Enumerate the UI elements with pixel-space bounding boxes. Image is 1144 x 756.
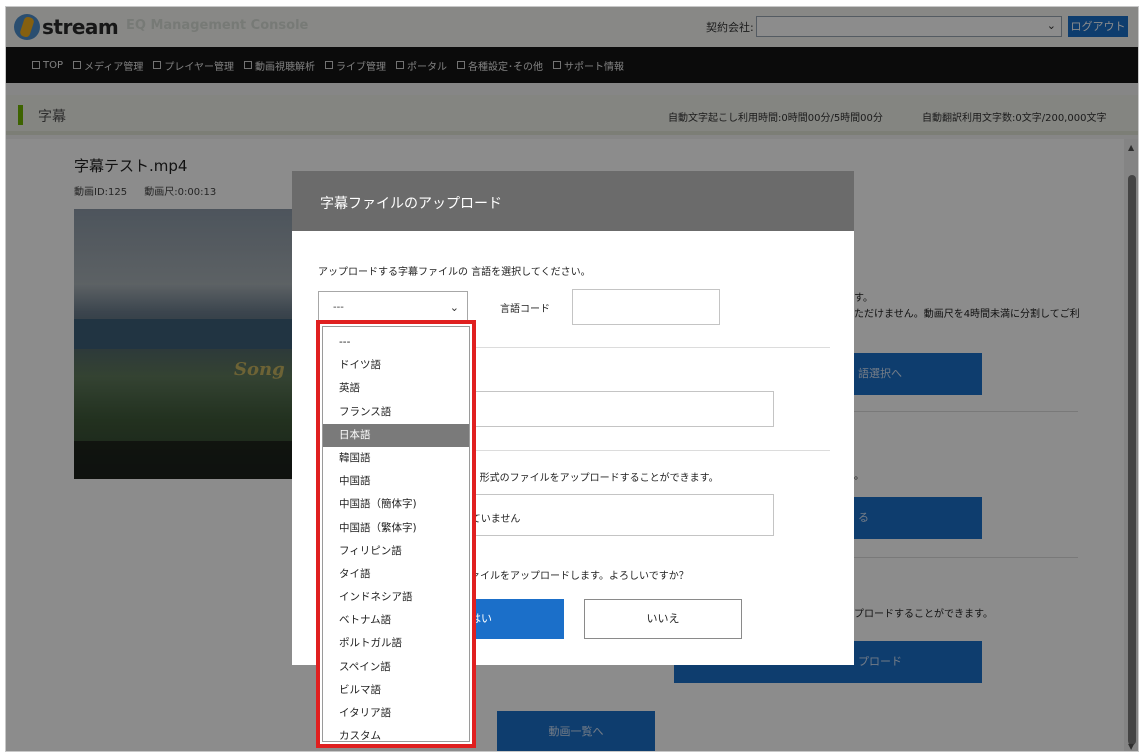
modal-instruction: アップロードする字幕ファイルの 言語を選択してください。 (318, 267, 591, 278)
language-option-selected[interactable]: 日本語 (323, 423, 469, 447)
confirm-text: ファイルをアップロードします。よろしいですか？ (460, 571, 689, 582)
language-option[interactable]: ビルマ語 (323, 679, 469, 702)
divider (452, 347, 830, 348)
language-select[interactable]: --- ⌄ (318, 291, 468, 323)
language-option[interactable]: フィリピン語 (323, 540, 469, 563)
language-option[interactable]: フランス語 (323, 401, 469, 424)
language-select-value: --- (333, 302, 344, 313)
chevron-down-icon: ⌄ (449, 301, 459, 314)
no-button[interactable]: いいえ (584, 599, 742, 639)
language-option[interactable]: ドイツ語 (323, 354, 469, 377)
subtitle-name-input[interactable] (452, 391, 774, 427)
language-option[interactable]: インドネシア語 (323, 586, 469, 609)
language-option[interactable]: --- (323, 331, 469, 354)
modal-title: 字幕ファイルのアップロード (320, 196, 502, 212)
language-option[interactable]: 韓国語 (323, 447, 469, 470)
language-option[interactable]: ベトナム語 (323, 609, 469, 632)
language-option[interactable]: 中国語（簡体字) (323, 493, 469, 516)
language-option[interactable]: カスタム (323, 725, 469, 748)
language-code-input[interactable] (572, 289, 720, 325)
file-select-box[interactable]: れていません (452, 494, 774, 536)
browser-viewport: stream EQ Management Console 契約会社: ⌄ ログア… (5, 6, 1139, 752)
modal-header: 字幕ファイルのアップロード (292, 171, 854, 231)
language-code-label: 言語コード (500, 304, 550, 315)
language-dropdown-list: --- ドイツ語 英語 フランス語 日本語 韓国語 中国語 中国語（簡体字) 中… (322, 326, 470, 742)
language-option[interactable]: ポルトガル語 (323, 632, 469, 655)
format-note: ml) 形式のファイルをアップロードすることができます。 (460, 473, 719, 484)
language-option[interactable]: 中国語（繁体字) (323, 517, 469, 540)
divider (452, 450, 830, 451)
language-option[interactable]: タイ語 (323, 563, 469, 586)
language-dropdown-highlight: --- ドイツ語 英語 フランス語 日本語 韓国語 中国語 中国語（簡体字) 中… (316, 320, 476, 748)
language-option[interactable]: スペイン語 (323, 656, 469, 679)
language-option[interactable]: 中国語 (323, 470, 469, 493)
language-option[interactable]: イタリア語 (323, 702, 469, 725)
language-option[interactable]: 英語 (323, 377, 469, 400)
